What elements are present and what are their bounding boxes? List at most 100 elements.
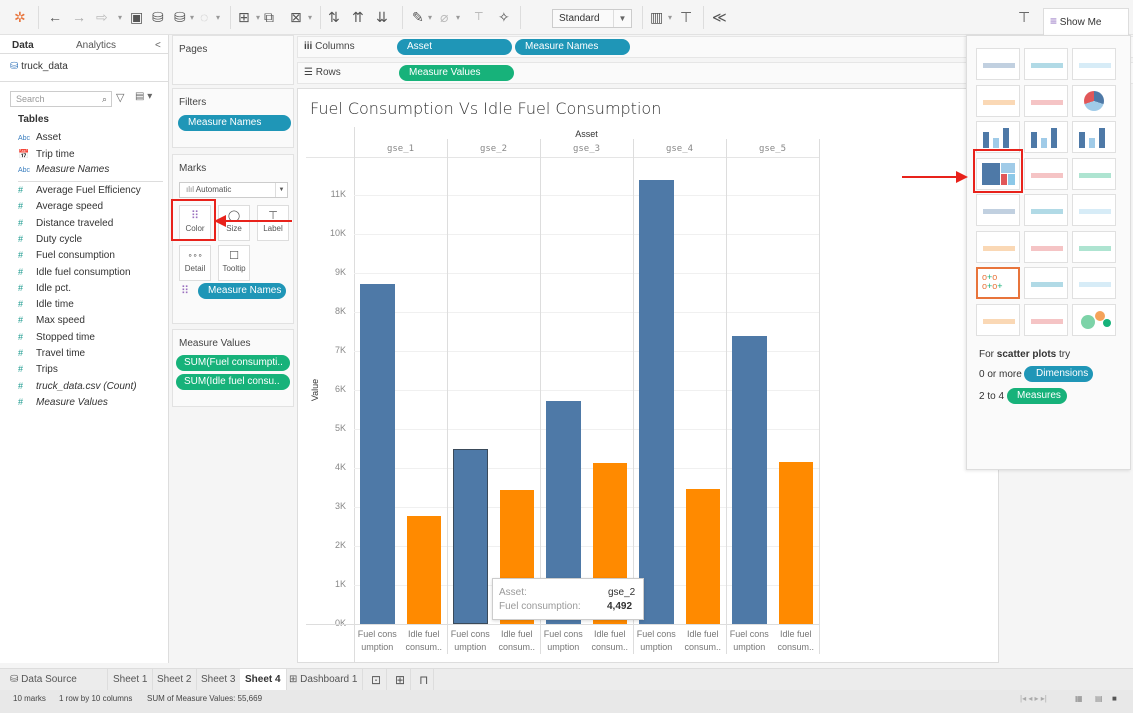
new-worksheet-icon[interactable]: ⊞ (238, 9, 250, 26)
mark-type-select[interactable]: ılıl Automatic ▼ (179, 182, 288, 198)
field-item[interactable]: # Fuel consumption (18, 248, 115, 262)
chart-type-dual-combination[interactable] (1072, 230, 1116, 263)
datasource-item[interactable]: ⛁ truck_data (10, 61, 68, 72)
replay-dropdown-icon[interactable]: ▾ (118, 9, 122, 26)
view-options-icon[interactable]: ▤ ▾ (135, 91, 152, 102)
chart-type-filled-map[interactable] (1024, 84, 1068, 117)
show-me-button[interactable]: ≡ Show Me (1043, 8, 1129, 35)
field-item[interactable]: # Duty cycle (18, 232, 82, 246)
columns-pill-asset[interactable]: Asset (397, 39, 512, 55)
measure-pill-idle-fuel[interactable]: SUM(Idle fuel consu.. (176, 374, 290, 390)
pages-card[interactable]: Pages (172, 35, 294, 85)
chart-type-symbol-map[interactable] (976, 84, 1020, 117)
chart-type-discrete-lines[interactable] (1024, 194, 1068, 226)
bar-gse_5-idle[interactable] (778, 461, 813, 624)
show-cards-dropdown-icon[interactable]: ▾ (668, 9, 672, 26)
label-icon[interactable]: ⊤ (474, 9, 484, 26)
pause-dropdown-icon[interactable]: ▾ (190, 9, 194, 26)
chart-type-histogram[interactable] (1024, 267, 1068, 299)
chart-type-side-by-side-bars[interactable] (1072, 121, 1116, 153)
caption-icon[interactable]: ⊤ (1018, 9, 1030, 26)
field-item[interactable]: # Idle pct. (18, 281, 71, 295)
highlight-icon[interactable]: ✎ (412, 9, 424, 26)
sheet-tab[interactable]: Sheet 1 (108, 669, 154, 691)
bar-gse_1-idle[interactable] (406, 515, 441, 624)
show-cards-icon[interactable]: ▥ (650, 9, 663, 26)
group-icon[interactable]: ⌀ (440, 9, 448, 26)
duplicate-sheet-icon[interactable]: ⧉ (264, 9, 274, 26)
clear-sheet-icon[interactable]: ⊠ (290, 9, 302, 26)
chart-type-circle-views[interactable] (1024, 157, 1068, 190)
page-nav-icon[interactable]: |◂ ◂ ▸ ▸| (1020, 690, 1047, 708)
new-datasource-icon[interactable]: ⛁ (152, 9, 164, 26)
chart-type-side-by-side-circles[interactable] (1072, 157, 1116, 190)
chart-type-heat-map[interactable] (1024, 48, 1068, 80)
field-item[interactable]: # Distance traveled (18, 216, 113, 230)
replay-icon[interactable]: ⇨ (96, 9, 108, 26)
view-size-select[interactable]: Standard ▼ (552, 9, 632, 28)
presentation-icon[interactable]: ⊤ (680, 9, 692, 26)
field-item[interactable]: # Average Fuel Efficiency (18, 183, 141, 197)
chart-type-gantt-chart[interactable] (976, 303, 1020, 336)
chart-type-pie-chart[interactable] (1072, 84, 1116, 117)
filmstrip-view-icon[interactable]: ▤ (1095, 690, 1103, 708)
field-item[interactable]: # Measure Values (18, 395, 108, 409)
save-icon[interactable]: ▣ (130, 9, 143, 26)
bar-gse_4-idle[interactable] (685, 489, 720, 624)
field-item[interactable]: # truck_data.csv (Count) (18, 379, 137, 393)
sort-ascending-icon[interactable]: ⇈ (352, 9, 364, 26)
sheet-tab-active[interactable]: Sheet 4 (240, 669, 287, 691)
collapse-pane-button[interactable]: < (155, 40, 161, 51)
filters-card[interactable]: Filters Measure Names (172, 88, 294, 148)
field-item[interactable]: # Travel time (18, 346, 85, 360)
chart-type-stacked-bars[interactable] (1024, 121, 1068, 153)
field-item[interactable]: # Trips (18, 362, 58, 376)
chart-type-bullet-graph[interactable] (1024, 303, 1068, 336)
filter-pill-measure-names[interactable]: Measure Names (178, 115, 291, 131)
refresh-icon[interactable]: ◌ (200, 9, 208, 26)
chart-type-area-continuous[interactable] (976, 230, 1020, 263)
bar-gse_1-fuel[interactable] (360, 284, 395, 624)
chart-type-scatter-plot[interactable]: o+o o+o+ (976, 267, 1020, 299)
filter-icon[interactable]: ▽ (116, 91, 124, 104)
field-item[interactable]: 📅 Trip time (18, 147, 75, 161)
field-item[interactable]: Abc Measure Names (18, 163, 109, 177)
clear-dropdown-icon[interactable]: ▾ (308, 9, 312, 26)
measure-pill-fuel[interactable]: SUM(Fuel consumpti.. (176, 355, 290, 371)
tab-view-icon[interactable]: ■ (1112, 690, 1117, 708)
chart-type-packed-bubbles[interactable] (1072, 303, 1116, 336)
field-item[interactable]: # Average speed (18, 199, 103, 213)
sort-descending-icon[interactable]: ⇊ (376, 9, 388, 26)
group-dropdown-icon[interactable]: ▾ (456, 9, 460, 26)
chart-type-area-discrete[interactable] (1024, 230, 1068, 263)
chart-type-continuous-lines[interactable] (976, 194, 1020, 226)
data-source-tab[interactable]: ⛁ Data Source (0, 669, 108, 691)
new-story-icon[interactable]: ⊓ (414, 669, 435, 691)
pin-icon[interactable]: ✧ (498, 9, 510, 26)
tooltip-button[interactable]: ☐ Tooltip (218, 245, 250, 281)
field-item[interactable]: # Idle time (18, 297, 74, 311)
chart-type-box-and-whisker[interactable] (1072, 267, 1116, 299)
field-item[interactable]: # Stopped time (18, 330, 95, 344)
new-dashboard-icon[interactable]: ⊞ (390, 669, 412, 691)
field-item[interactable]: Abc Asset (18, 131, 61, 145)
chart-type-dual-lines[interactable] (1072, 194, 1116, 226)
sheet-tab[interactable]: Sheet 3 (196, 669, 242, 691)
field-item[interactable]: # Max speed (18, 313, 85, 327)
detail-button[interactable]: ∘∘∘ Detail (179, 245, 211, 281)
tableau-logo-icon[interactable]: ✲ (14, 9, 26, 26)
label-button[interactable]: ⊤ Label (257, 205, 289, 241)
share-icon[interactable]: ≪ (712, 9, 727, 26)
dashboard-tab[interactable]: ⊞ Dashboard 1 (284, 669, 364, 691)
color-pill-measure-names[interactable]: Measure Names (198, 283, 286, 299)
bar-gse_5-fuel[interactable] (732, 335, 767, 624)
search-input[interactable]: Search ⌕ (10, 91, 112, 107)
tab-data[interactable]: Data (12, 40, 34, 51)
swap-rows-columns-icon[interactable]: ⇅ (328, 9, 340, 26)
new-worksheet-icon[interactable]: ⊡ (366, 669, 388, 691)
refresh-dropdown-icon[interactable]: ▾ (216, 9, 220, 26)
columns-pill-measure-names[interactable]: Measure Names (515, 39, 630, 55)
new-worksheet-dropdown-icon[interactable]: ▾ (256, 9, 260, 26)
field-item[interactable]: # Idle fuel consumption (18, 265, 131, 279)
chart-type-text-table[interactable] (976, 48, 1020, 80)
